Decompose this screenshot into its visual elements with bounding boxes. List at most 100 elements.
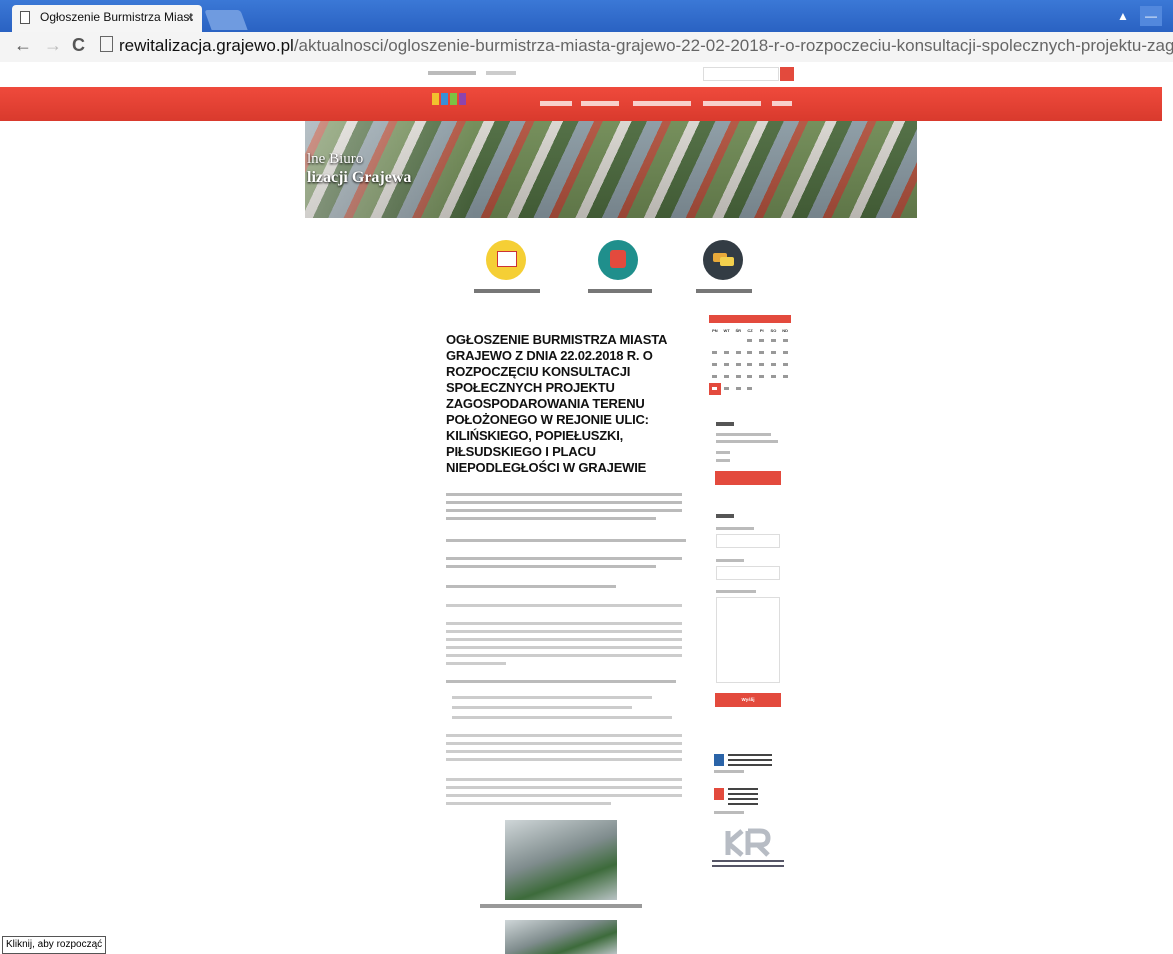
calendar-day-cell[interactable] (709, 359, 721, 371)
url-path: /aktualnosci/ogloszenie-burmistrza-miast… (293, 36, 1173, 55)
calendar-grid: PN WT ŚR CZ PI SO ND (709, 326, 791, 395)
calendar-day-cell[interactable] (779, 359, 791, 371)
calendar-day-cell[interactable] (756, 335, 768, 347)
calendar-widget: PN WT ŚR CZ PI SO ND (709, 315, 791, 395)
close-tab-icon[interactable]: × (186, 9, 194, 25)
article-headline: OGŁOSZENIE BURMISTRZA MIASTA GRAJEWO Z D… (446, 332, 667, 475)
nav-item-4[interactable] (703, 101, 761, 106)
calendar-day-cell (709, 335, 721, 347)
calendar-day-cell[interactable] (732, 383, 744, 395)
forward-button[interactable]: → (44, 35, 62, 56)
calendar-day-cell[interactable] (709, 371, 721, 383)
message-field[interactable] (716, 597, 780, 683)
site-nav-bar (0, 87, 1162, 121)
image-caption (480, 904, 642, 908)
calendar-day-cell[interactable] (768, 347, 780, 359)
contrast-control[interactable] (486, 71, 516, 75)
calendar-day-cell (779, 383, 791, 395)
calendar-day-cell (756, 383, 768, 395)
badge-bip[interactable] (728, 788, 758, 808)
map-icon[interactable] (598, 240, 638, 280)
krajowe-centrum-caption (712, 860, 784, 869)
calendar-day-cell[interactable] (744, 383, 756, 395)
email-field[interactable] (716, 566, 780, 580)
url-field[interactable]: rewitalizacja.grajewo.pl/aktualnosci/ogl… (100, 36, 1173, 58)
calendar-day-cell[interactable] (744, 347, 756, 359)
banner-title-line1: lne Biuro (307, 151, 364, 167)
badge-urzad[interactable] (728, 754, 772, 768)
calendar-day-cell (768, 383, 780, 395)
name-field[interactable] (716, 534, 780, 548)
address-bar-row: ← → C rewitalizacja.grajewo.pl/aktualnos… (0, 32, 1173, 63)
calendar-day-cell[interactable] (768, 335, 780, 347)
calendar-day-cell[interactable] (744, 359, 756, 371)
calendar-day-cell[interactable] (756, 347, 768, 359)
calendar-day-cell[interactable] (779, 371, 791, 383)
poll-question (716, 433, 771, 436)
site-search-button[interactable] (780, 67, 794, 81)
nav-item-2[interactable] (581, 101, 619, 106)
contact-heading (716, 514, 734, 518)
calendar-day-cell[interactable] (721, 383, 733, 395)
chat-icon[interactable] (703, 240, 743, 280)
message-label (716, 590, 756, 593)
poll-option-no[interactable] (716, 459, 730, 462)
project-visualization-image-1[interactable] (505, 820, 617, 900)
status-tooltip: Kliknij, aby rozpocząć (2, 936, 107, 954)
nav-item-3[interactable] (633, 101, 691, 106)
calendar-day-cell[interactable] (721, 347, 733, 359)
page-icon (20, 11, 30, 24)
bip-icon (714, 788, 724, 800)
back-button[interactable]: ← (14, 35, 32, 56)
name-label (716, 527, 754, 530)
page-top-strip (0, 62, 1173, 86)
calendar-month-header[interactable] (709, 315, 791, 323)
calendar-day-cell (732, 335, 744, 347)
tab-title: Ogłoszenie Burmistrza Miast (40, 10, 193, 24)
page-info-icon[interactable] (100, 36, 113, 52)
url-host: rewitalizacja.grajewo.pl (119, 36, 294, 55)
calendar-day-cell[interactable] (732, 371, 744, 383)
calendar-day-name: SO (770, 328, 777, 333)
feature-label-2[interactable] (588, 289, 652, 293)
calendar-day-cell (721, 335, 733, 347)
calendar-day-cell[interactable] (744, 371, 756, 383)
calendar-day-cell[interactable] (756, 371, 768, 383)
coat-of-arms-icon (714, 754, 724, 766)
calendar-day-cell[interactable] (768, 359, 780, 371)
project-visualization-image-2[interactable] (505, 920, 617, 954)
calendar-day-cell[interactable] (779, 335, 791, 347)
minimize-button[interactable]: — (1140, 6, 1162, 26)
krajowe-centrum-logo[interactable] (720, 823, 776, 863)
font-size-controls[interactable] (428, 71, 476, 75)
email-label (716, 559, 744, 562)
calendar-day-cell[interactable] (744, 335, 756, 347)
calendar-day-cell[interactable] (756, 359, 768, 371)
site-search-input[interactable] (703, 67, 779, 81)
calendar-day-cell[interactable] (768, 371, 780, 383)
nav-item-5[interactable] (772, 101, 792, 106)
calendar-day-cell[interactable] (709, 347, 721, 359)
nav-item-1[interactable] (540, 101, 572, 106)
calendar-day-cell[interactable] (721, 371, 733, 383)
calendar-day-cell[interactable] (709, 383, 721, 395)
reload-button[interactable]: C (72, 35, 85, 56)
site-logo[interactable] (432, 93, 466, 107)
user-icon[interactable]: ▲ (1112, 6, 1134, 26)
calendar-day-cell[interactable] (721, 359, 733, 371)
calendar-day-name: ND (782, 328, 789, 333)
poll-submit-button[interactable] (715, 471, 781, 485)
calendar-day-cell[interactable] (732, 347, 744, 359)
send-button[interactable]: Wyślij (715, 693, 781, 707)
feature-label-1[interactable] (474, 289, 540, 293)
calendar-day-name: ŚR (735, 328, 742, 333)
calendar-day-cell[interactable] (732, 359, 744, 371)
feature-label-3[interactable] (696, 289, 752, 293)
presentation-icon[interactable] (486, 240, 526, 280)
browser-tab-bar: Ogłoszenie Burmistrza Miast × ▲ — (0, 0, 1173, 32)
calendar-day-cell[interactable] (779, 347, 791, 359)
poll-option-yes[interactable] (716, 451, 730, 454)
calendar-day-name: CZ (747, 328, 753, 333)
new-tab-button[interactable] (204, 10, 248, 30)
browser-tab[interactable]: Ogłoszenie Burmistrza Miast × (12, 5, 202, 32)
